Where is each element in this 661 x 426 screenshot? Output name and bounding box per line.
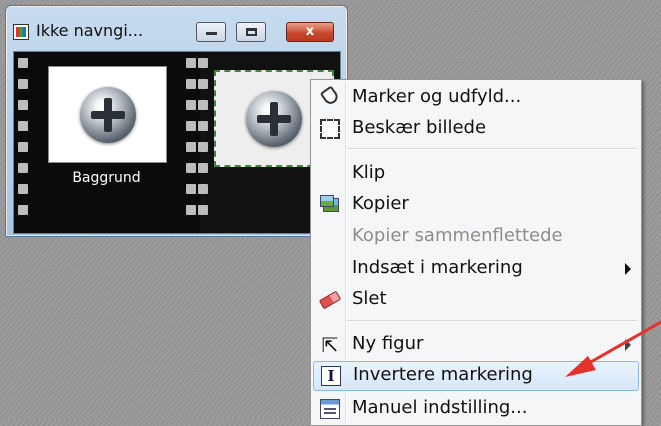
red-arrow-annotation: [565, 320, 661, 377]
arrow-shaft: [580, 320, 661, 369]
arrow-head: [565, 356, 596, 377]
